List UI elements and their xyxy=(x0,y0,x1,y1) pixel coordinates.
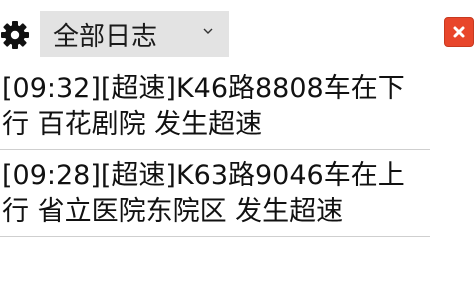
log-filter-select[interactable]: 全部日志 xyxy=(40,11,229,57)
close-icon xyxy=(453,26,465,38)
chevron-down-icon xyxy=(203,28,213,34)
log-list: [09:32][超速]K46路8808车在下行 百花剧院 发生超速 [09:28… xyxy=(0,66,430,237)
log-panel: 全部日志 [09:32][超速]K46路8808车在下行 百花剧院 发生超速 [… xyxy=(0,0,476,303)
log-entry: [09:32][超速]K46路8808车在下行 百花剧院 发生超速 xyxy=(0,66,430,150)
gear-icon[interactable] xyxy=(0,20,30,50)
log-entry: [09:28][超速]K63路9046车在上行 省立医院东院区 发生超速 xyxy=(0,150,430,237)
close-button[interactable] xyxy=(444,17,474,47)
log-toolbar: 全部日志 xyxy=(0,0,476,62)
log-filter-value: 全部日志 xyxy=(53,21,158,52)
